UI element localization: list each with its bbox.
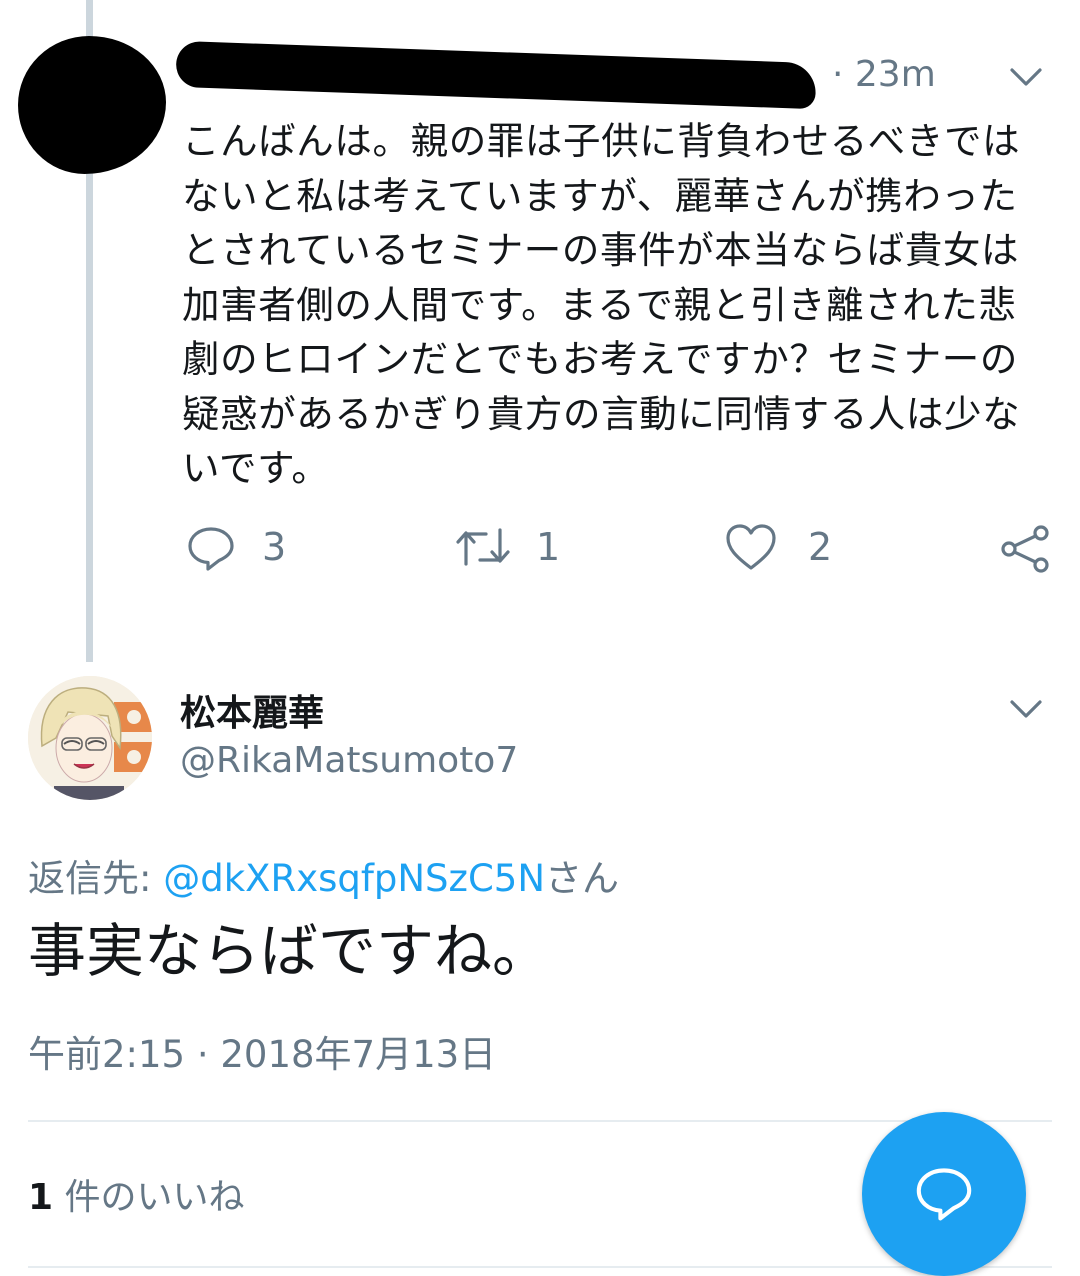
reply-tweet-text: こんばんは。親の罪は子供に背負わせるべきではないと私は考えていますが、麗華さんが…: [182, 119, 1021, 490]
avatar[interactable]: [28, 676, 152, 800]
redacted-username: [175, 40, 817, 110]
main-tweet-text: 事実ならばですね。: [28, 917, 551, 985]
likes-label: 件のいいね: [53, 1177, 245, 1218]
share-icon[interactable]: [998, 522, 1052, 576]
like-count: 2: [808, 525, 833, 569]
replying-suffix: さん: [545, 857, 620, 900]
replying-to: 返信先: @dkXRxsqfpNSzC5Nさん: [28, 848, 619, 902]
retweet-count: 1: [536, 525, 561, 569]
reply-count: 3: [262, 525, 287, 569]
chevron-down-icon[interactable]: [1006, 56, 1046, 96]
user-handle[interactable]: @RikaMatsumoto7: [180, 740, 518, 781]
likes-summary[interactable]: 1 件のいいね: [28, 1168, 245, 1220]
compose-reply-button[interactable]: [862, 1112, 1026, 1276]
tweet-time: · 23m: [832, 54, 936, 95]
compose-reply-icon: [914, 1162, 974, 1226]
display-name[interactable]: 松本麗華: [180, 684, 324, 736]
heart-icon: [724, 522, 778, 572]
reply-action[interactable]: 3: [186, 522, 286, 572]
retweet-icon: [452, 522, 514, 572]
tweet-timestamp: 午前2:15 · 2018年7月13日: [28, 1033, 497, 1076]
redacted-avatar: [18, 36, 166, 174]
mention-link[interactable]: @dkXRxsqfpNSzC5N: [163, 857, 545, 900]
retweet-action[interactable]: 1: [452, 522, 560, 572]
likes-count: 1: [28, 1177, 54, 1218]
chevron-down-icon[interactable]: [1006, 688, 1046, 728]
reply-icon: [186, 522, 236, 572]
divider: [28, 1266, 1052, 1268]
replying-prefix: 返信先:: [28, 857, 164, 900]
like-action[interactable]: 2: [724, 522, 832, 572]
divider: [28, 1120, 1052, 1122]
